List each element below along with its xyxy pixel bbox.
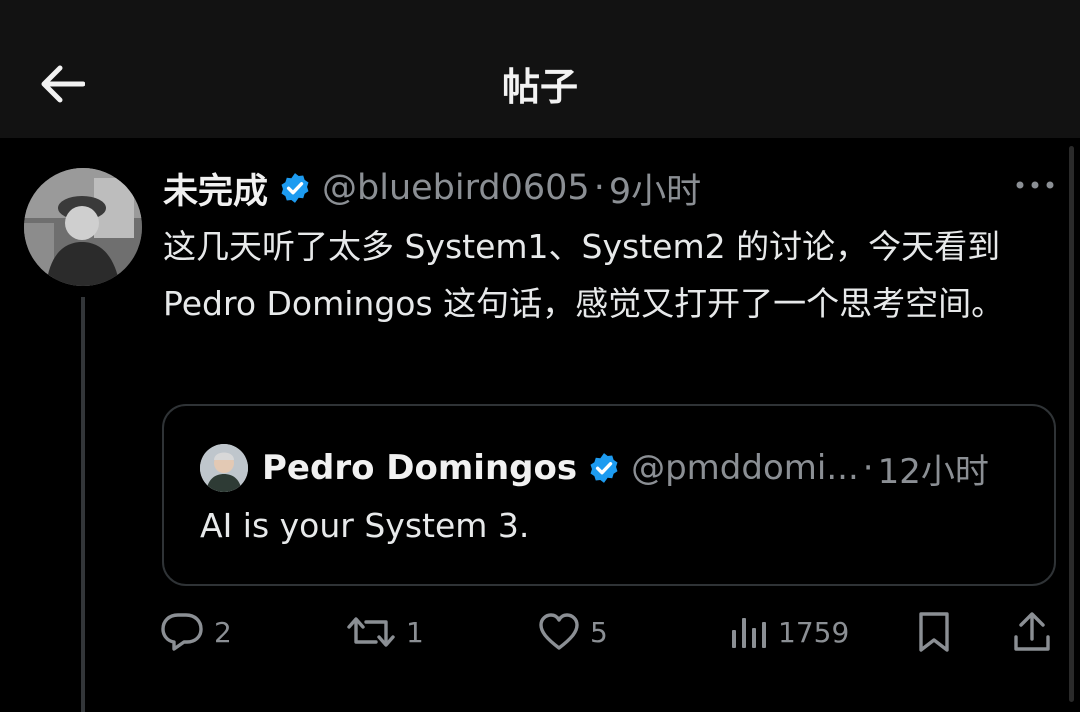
separator-dot: · xyxy=(593,168,605,208)
author-handle[interactable]: @bluebird0605 xyxy=(322,168,590,208)
views-chart-icon xyxy=(732,618,766,648)
quoted-author-handle: @pmddomi... xyxy=(631,448,859,488)
reply-button[interactable]: 2 xyxy=(160,604,232,660)
quoted-tweet-header: Pedro Domingos @pmddomi... · 12小时 xyxy=(200,444,989,492)
quoted-tweet-card[interactable]: Pedro Domingos @pmddomi... · 12小时 AI is … xyxy=(162,404,1056,586)
share-button[interactable] xyxy=(1012,604,1052,660)
reply-count: 2 xyxy=(214,615,232,649)
retweet-count: 1 xyxy=(406,615,424,649)
quoted-tweet-text: AI is your System 3. xyxy=(200,506,530,545)
action-bar: 2 1 5 1759 xyxy=(160,604,1060,660)
tweet-header: 未完成 @bluebird0605 · 9小时 xyxy=(163,166,701,212)
more-horizontal-icon xyxy=(1016,181,1054,189)
view-count: 1759 xyxy=(778,615,850,649)
more-options-button[interactable] xyxy=(1010,170,1060,200)
like-count: 5 xyxy=(590,615,608,649)
verified-badge-icon xyxy=(587,451,621,485)
verified-badge-icon xyxy=(278,171,312,205)
retweet-button[interactable]: 1 xyxy=(346,604,424,660)
heart-icon xyxy=(539,613,579,650)
scrollbar[interactable] xyxy=(1069,146,1074,702)
author-name[interactable]: 未完成 xyxy=(163,163,268,214)
reply-icon xyxy=(161,613,203,651)
share-icon xyxy=(1014,612,1050,651)
quoted-avatar xyxy=(200,444,248,492)
post-time[interactable]: 9小时 xyxy=(609,163,701,214)
retweet-icon xyxy=(347,617,395,647)
quoted-post-time: 12小时 xyxy=(877,451,989,492)
avatar-photo xyxy=(24,168,142,286)
separator-dot: · xyxy=(862,448,874,488)
thread-line xyxy=(81,297,85,712)
quoted-author-name: Pedro Domingos xyxy=(262,448,578,488)
like-button[interactable]: 5 xyxy=(538,604,608,660)
avatar[interactable] xyxy=(24,168,142,286)
tweet-text: 这几天听了太多 System1、System2 的讨论，今天看到 Pedro D… xyxy=(163,227,1005,323)
bookmark-icon xyxy=(919,612,949,652)
views-button[interactable]: 1759 xyxy=(728,604,849,660)
page-title: 帖子 xyxy=(501,65,578,109)
bookmark-button[interactable] xyxy=(916,604,952,660)
top-bar: 帖子 xyxy=(0,0,1080,138)
quoted-avatar-photo xyxy=(200,444,248,492)
